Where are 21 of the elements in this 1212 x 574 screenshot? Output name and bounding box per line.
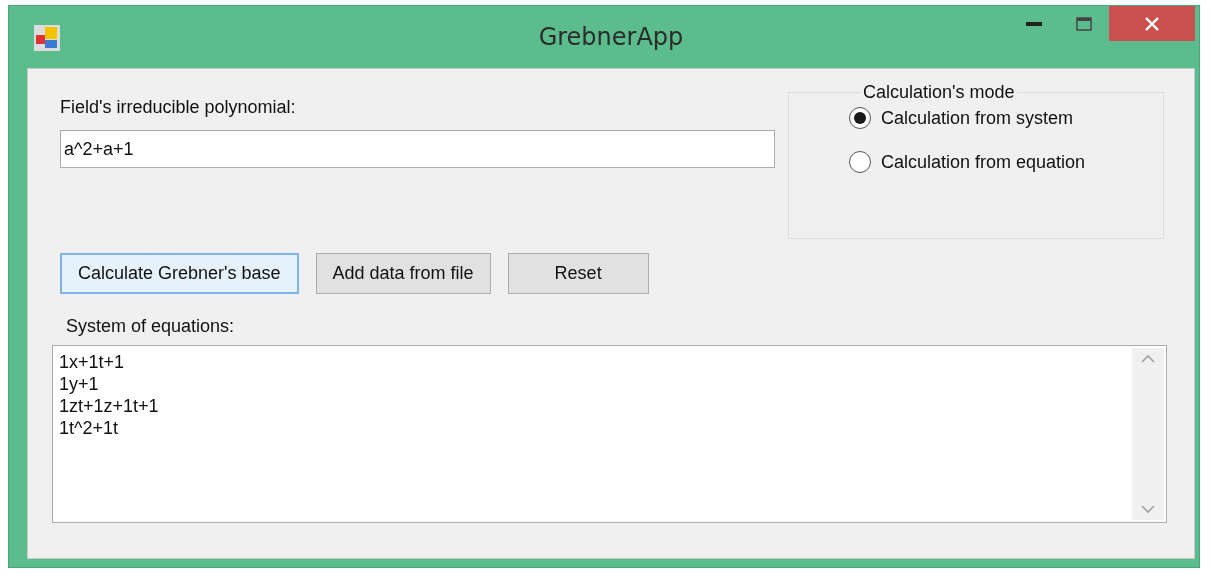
window-title: GrebnerApp: [538, 23, 684, 51]
chevron-up-icon[interactable]: [1141, 354, 1155, 363]
action-button[interactable]: Reset: [507, 253, 649, 294]
action-button[interactable]: Calculate Grebner's base: [60, 253, 299, 294]
radio-label: Calculation from equation: [881, 151, 1086, 173]
scrollbar[interactable]: [1132, 348, 1164, 520]
close-icon: [1144, 15, 1160, 32]
minimize-icon: [1026, 21, 1042, 26]
field-label: System of equations:: [66, 315, 236, 337]
polynomial-field[interactable]: a^2+a+1: [60, 130, 775, 168]
equations-field[interactable]: 1x+1t+1 1y+1 1zt+1z+1t+1 1t^2+1t: [52, 345, 1167, 523]
radio-button[interactable]: [849, 107, 871, 129]
field-label: Field's irreducible polynomial:: [60, 96, 297, 118]
radio-button[interactable]: [849, 151, 871, 173]
chevron-down-icon[interactable]: [1141, 505, 1155, 514]
close-button[interactable]: [1109, 6, 1195, 41]
group-title: Calculation's mode: [862, 81, 1016, 103]
radio-label: Calculation from system: [881, 107, 1074, 129]
app-icon: [34, 25, 60, 51]
maximize-icon: [1076, 16, 1092, 31]
action-button[interactable]: Add data from file: [315, 253, 491, 294]
